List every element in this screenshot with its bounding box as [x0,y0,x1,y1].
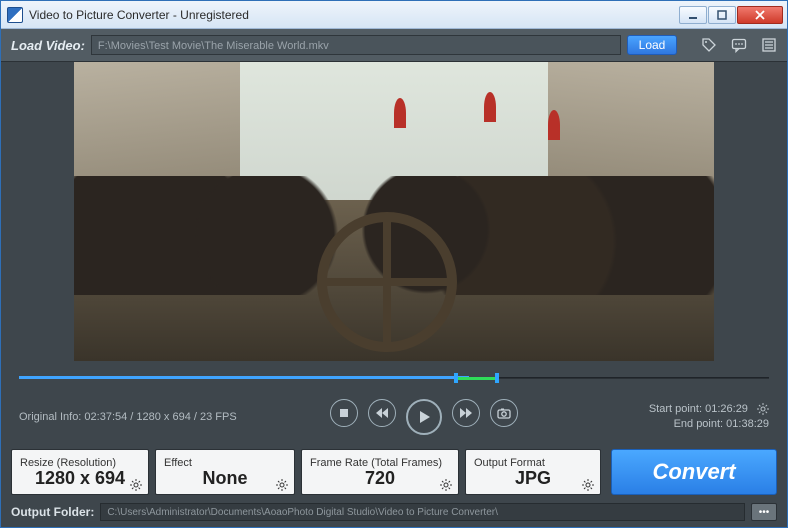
video-area [1,62,787,399]
load-video-row: Load Video: F:\Movies\Test Movie\The Mis… [1,29,787,62]
original-info: Original Info: 02:37:54 / 1280 x 694 / 2… [19,411,239,423]
app-icon [7,7,23,23]
seek-bar[interactable] [19,367,769,391]
points-settings-icon[interactable] [757,403,769,415]
selection-range[interactable] [454,373,499,383]
format-gear-icon[interactable] [582,478,594,490]
framerate-gear-icon[interactable] [440,478,452,490]
window-title: Video to Picture Converter - Unregistere… [29,8,679,22]
list-icon[interactable] [761,37,777,53]
tag-icon[interactable] [701,37,717,53]
titlebar: Video to Picture Converter - Unregistere… [1,1,787,29]
load-button[interactable]: Load [627,35,677,55]
resize-card[interactable]: Resize (Resolution) 1280 x 694 [11,449,149,495]
play-button[interactable] [406,399,442,435]
framerate-value: 720 [310,469,450,489]
end-point-value: 01:38:29 [726,418,769,430]
video-path-field[interactable]: F:\Movies\Test Movie\The Miserable World… [91,35,621,55]
next-frame-button[interactable] [452,399,480,427]
minimize-button[interactable] [679,6,707,24]
video-preview[interactable] [74,62,714,361]
window-buttons [679,6,783,24]
playback-controls [249,399,599,435]
resize-gear-icon[interactable] [130,478,142,490]
in-out-points: Start point: 01:26:29 End point: 01:38:2… [609,402,769,433]
format-value: JPG [474,469,592,489]
controls-row: Original Info: 02:37:54 / 1280 x 694 / 2… [1,399,787,445]
effect-card[interactable]: Effect None [155,449,295,495]
effect-label: Effect [164,457,286,469]
effect-value: None [164,469,286,489]
start-point-label: Start point: [649,403,702,415]
maximize-button[interactable] [708,6,736,24]
effect-gear-icon[interactable] [276,478,288,490]
stop-button[interactable] [330,399,358,427]
seek-progress [19,376,469,379]
app-body: Load Video: F:\Movies\Test Movie\The Mis… [1,29,787,527]
toolbar-icons [701,37,777,53]
resize-value: 1280 x 694 [20,469,140,489]
browse-output-button[interactable]: ••• [751,503,777,521]
framerate-card[interactable]: Frame Rate (Total Frames) 720 [301,449,459,495]
resize-label: Resize (Resolution) [20,457,140,469]
format-card[interactable]: Output Format JPG [465,449,601,495]
format-label: Output Format [474,457,592,469]
start-point-value: 01:26:29 [705,403,748,415]
snapshot-button[interactable] [490,399,518,427]
comment-icon[interactable] [731,37,747,53]
output-folder-row: Output Folder: C:\Users\Administrator\Do… [1,495,787,527]
close-button[interactable] [737,6,783,24]
output-folder-label: Output Folder: [11,505,94,519]
framerate-label: Frame Rate (Total Frames) [310,457,450,469]
load-video-label: Load Video: [11,38,85,53]
app-window: Video to Picture Converter - Unregistere… [0,0,788,528]
settings-cards: Resize (Resolution) 1280 x 694 Effect No… [1,445,787,495]
end-point-label: End point: [674,418,724,430]
convert-button[interactable]: Convert [611,449,777,495]
prev-frame-button[interactable] [368,399,396,427]
output-folder-path[interactable]: C:\Users\Administrator\Documents\AoaoPho… [100,503,745,521]
